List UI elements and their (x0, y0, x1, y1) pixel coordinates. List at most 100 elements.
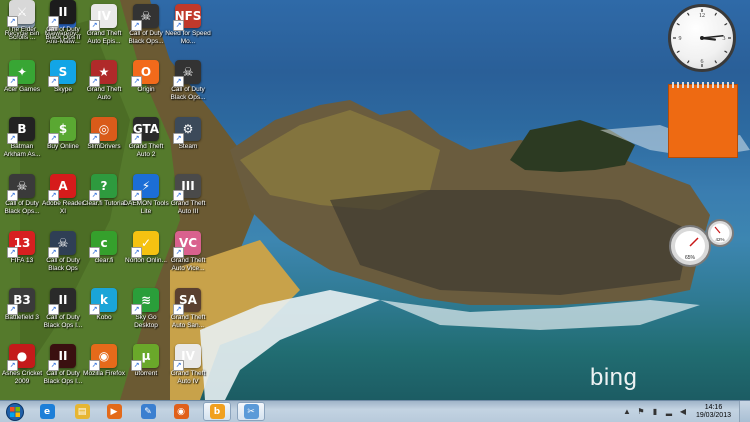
shortcut-arrow-icon: ↗ (173, 133, 184, 144)
app-icon: µ ↗ (131, 344, 159, 371)
show-desktop-button[interactable] (739, 401, 750, 422)
notes-gadget[interactable] (668, 82, 738, 158)
taskbar-explorer-button[interactable]: ▤ (68, 402, 96, 421)
start-button[interactable] (2, 401, 28, 422)
snipping-icon: ✂ (243, 404, 259, 419)
desktop-icon[interactable]: ★ ↗ Grand Theft Auto (84, 60, 124, 101)
desktop-icon[interactable]: ☠ ↗ Call of Duty Black Ops (43, 231, 83, 272)
volume-icon[interactable]: ◀ (678, 407, 688, 417)
desktop-icon[interactable]: II ↗ Call of Duty Black Ops I... (43, 344, 83, 385)
taskbar-clock[interactable]: 14:16 19/03/2013 (696, 404, 731, 420)
desktop-icon[interactable]: NFS ↗ Need for Speed Mo... (165, 4, 211, 45)
clock-tick (714, 12, 718, 16)
desktop-icon-label: DAEMON Tools Lite (123, 200, 169, 215)
desktop-icon-label: Grand Theft Auto Vice... (170, 257, 206, 272)
network-icon[interactable]: ▂ (664, 407, 674, 417)
desktop-icon[interactable]: O ↗ Origin (126, 60, 166, 94)
app-icon: GTA ↗ (131, 117, 159, 144)
desktop-icon[interactable]: ✓ ↗ Norton Onlin... (125, 231, 167, 265)
desktop-icon[interactable]: c ↗ clear.fi (84, 231, 124, 265)
taskbar-ie-button[interactable]: e (33, 402, 61, 421)
app-icon: ⚡ ↗ (131, 174, 159, 201)
desktop-icon[interactable]: ≋ ↗ Sky Go Desktop (126, 288, 166, 329)
desktop-icon[interactable]: VC ↗ Grand Theft Auto Vice... (168, 231, 208, 272)
desktop-icon[interactable]: SA ↗ Grand Theft Auto San... (168, 288, 208, 329)
desktop-icon[interactable]: 13 ↗ FIFA 13 (2, 231, 42, 265)
desktop-icon-label: Grand Theft Auto 2 (128, 143, 164, 158)
desktop-icon[interactable]: IV ↗ Grand Theft Auto IV (168, 344, 208, 385)
app-icon: ☠ ↗ (173, 60, 201, 87)
desktop-icon-label: SlimDrivers (87, 143, 121, 150)
taskbar-bing-button[interactable]: b (203, 402, 231, 421)
power-icon[interactable]: ▮ (650, 407, 660, 417)
desktop-icon[interactable]: ⚔ ↗ The Elder Scrolls ... (2, 0, 42, 41)
ie-icon: e (39, 404, 55, 419)
desktop-icon-label: Clear.fi Tutorial (82, 200, 126, 207)
app-icon: II ↗ (48, 0, 76, 27)
app-icon: ☠ ↗ (7, 174, 35, 201)
desktop-icon-label: Sky Go Desktop (134, 314, 158, 329)
desktop-icon[interactable]: ⚙ ↗ Steam (168, 117, 208, 151)
desktop-icon[interactable]: IV ↗ Grand Theft Auto Epis... (84, 4, 124, 45)
system-tray: ▲ ⚑ ▮ ▂ ◀ 14:16 19/03/2013 (620, 401, 750, 422)
desktop-icon[interactable]: B ↗ Batman Arkham As... (2, 117, 42, 158)
desktop-icon[interactable]: GTA ↗ Grand Theft Auto 2 (126, 117, 166, 158)
desktop-icon[interactable]: ◉ ↗ Mozilla Firefox (83, 344, 125, 378)
desktop-icon-label: The Elder Scrolls ... (7, 26, 37, 41)
taskbar-media-player-button[interactable]: ▶ (100, 402, 128, 421)
firefox-icon: ◉ (173, 404, 189, 419)
desktop-icon-label: Ashes Cricket 2009 (1, 370, 43, 385)
clock-gadget[interactable]: 12 3 6 9 (668, 4, 736, 72)
desktop-icon[interactable]: k ↗ Kobo (84, 288, 124, 322)
taskbar-firefox-button[interactable]: ◉ (167, 402, 195, 421)
desktop-icon-label: Adobe Reader XI (42, 200, 84, 215)
desktop-icon-label: Steam (178, 143, 198, 150)
desktop-icon[interactable]: A ↗ Adobe Reader XI (42, 174, 84, 215)
control-panel-icon: ✎ (140, 404, 156, 419)
desktop-icon-label: Call of Duty Black Ops... (170, 86, 206, 101)
desktop-icon[interactable]: ✦ ↗ Acer Games (2, 60, 42, 94)
desktop-icon[interactable]: ⚡ ↗ DAEMON Tools Lite (123, 174, 169, 215)
cpu-meter-gadget[interactable]: 65% 42% (668, 216, 748, 272)
desktop-icon[interactable]: ? ↗ Clear.fi Tutorial (82, 174, 126, 208)
taskbar-snipping-button[interactable]: ✂ (237, 402, 265, 421)
show-hidden-icons-icon[interactable]: ▲ (622, 407, 632, 417)
shortcut-arrow-icon: ↗ (89, 133, 100, 144)
desktop-icon-label: Need for Speed Mo... (165, 30, 211, 45)
action-center-icon[interactable]: ⚑ (636, 407, 646, 417)
shortcut-arrow-icon: ↗ (7, 76, 18, 87)
desktop-icon-label: Grand Theft Auto IV (170, 370, 206, 385)
desktop-icon[interactable]: µ ↗ utorrent (126, 344, 166, 378)
desktop-icon-label: FIFA 13 (10, 257, 34, 264)
desktop-icon-label: Grand Theft Auto Epis... (86, 30, 122, 45)
desktop-icon-label: Skype (53, 86, 73, 93)
app-icon: ★ ↗ (89, 60, 117, 87)
shortcut-arrow-icon: ↗ (48, 190, 59, 201)
desktop-icon[interactable]: S ↗ Skype (43, 60, 83, 94)
desktop-icon[interactable]: ☠ ↗ Call of Duty Black Ops... (168, 60, 208, 101)
clock-tick (686, 60, 690, 64)
desktop-icon[interactable]: ● ↗ Ashes Cricket 2009 (2, 344, 42, 385)
shortcut-arrow-icon: ↗ (89, 190, 100, 201)
shortcut-arrow-icon: ↗ (48, 247, 59, 258)
app-icon: IV ↗ (89, 4, 117, 31)
desktop-icon[interactable]: B3 ↗ Battlefield 3 (2, 288, 42, 322)
desktop-icon-label: Call of Duty Black Ops I... (43, 370, 83, 385)
shortcut-arrow-icon: ↗ (48, 304, 59, 315)
shortcut-arrow-icon: ↗ (173, 247, 184, 258)
desktop-icon-label: Kobo (96, 314, 112, 321)
desktop-icon[interactable]: III ↗ Grand Theft Auto III (168, 174, 208, 215)
desktop-icon[interactable]: ☠ ↗ Call of Duty Black Ops... (2, 174, 42, 215)
app-icon: VC ↗ (173, 231, 201, 258)
app-icon: ● ↗ (7, 344, 35, 371)
taskbar-control-panel-button[interactable]: ✎ (134, 402, 162, 421)
desktop-icon[interactable]: $ ↗ Buy Online (43, 117, 83, 151)
desktop-icon[interactable]: ◎ ↗ SlimDrivers (84, 117, 124, 151)
desktop-icon[interactable]: II ↗ Call of Duty Black Ops I... (43, 288, 83, 329)
shortcut-arrow-icon: ↗ (48, 16, 59, 27)
taskbar-time: 14:16 (704, 403, 723, 411)
desktop-icon[interactable]: II ↗ Call of Duty Black Ops II (43, 0, 83, 41)
shortcut-arrow-icon: ↗ (131, 20, 142, 31)
shortcut-arrow-icon: ↗ (48, 360, 59, 371)
desktop-icon[interactable]: ☠ ↗ Call of Duty Black Ops... (126, 4, 166, 45)
